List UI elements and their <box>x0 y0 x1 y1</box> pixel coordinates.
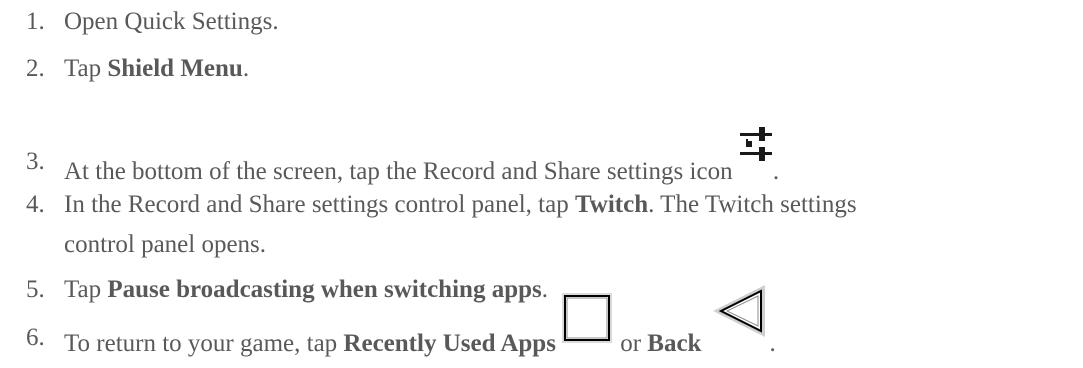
step-text: Tap Shield Menu. <box>64 52 249 86</box>
step-text: To return to your game, tap Recently Use… <box>64 285 776 361</box>
step-text: At the bottom of the screen, tap the Rec… <box>64 127 780 189</box>
step-number: 2. <box>26 55 45 82</box>
step-text-post: . The Twitch settings <box>648 191 857 218</box>
recent-apps-square-icon <box>560 293 614 351</box>
step-text-pre: Tap <box>64 276 108 303</box>
step-text-post: . <box>541 276 548 303</box>
step-bold-recently-used-apps: Recently Used Apps <box>343 330 556 357</box>
step-bold-pause-broadcasting: Pause broadcasting when switching apps <box>107 276 542 303</box>
step-number: 1. <box>26 8 45 35</box>
step-text-pre: In the Record and Share settings control… <box>64 191 575 218</box>
step-number: 6. <box>26 324 45 351</box>
step-text: Tap Pause broadcasting when switching ap… <box>64 273 548 307</box>
step-text-pre: To return to your game, tap <box>64 330 344 357</box>
step-text: Open Quick Settings. <box>64 8 279 35</box>
back-triangle-icon <box>709 285 769 351</box>
step-number: 4. <box>26 191 45 218</box>
sliders-settings-icon <box>739 127 773 165</box>
step-number: 3. <box>26 148 45 175</box>
step-number: 5. <box>26 276 45 303</box>
step-text-pre: Tap <box>64 55 108 82</box>
step-bold-shield-menu: Shield Menu <box>107 55 243 82</box>
step-text-mid: or <box>613 330 648 357</box>
step-text-post: . <box>772 158 780 185</box>
step-4-continuation: control panel opens. <box>64 231 267 258</box>
step-text-post: . <box>769 330 776 357</box>
step-text-pre: At the bottom of the screen, tap the Rec… <box>64 158 739 185</box>
step-bold-twitch: Twitch <box>574 191 649 218</box>
step-bold-back: Back <box>647 330 702 357</box>
step-text-post: . <box>242 55 250 82</box>
step-text: In the Record and Share settings control… <box>64 188 857 222</box>
